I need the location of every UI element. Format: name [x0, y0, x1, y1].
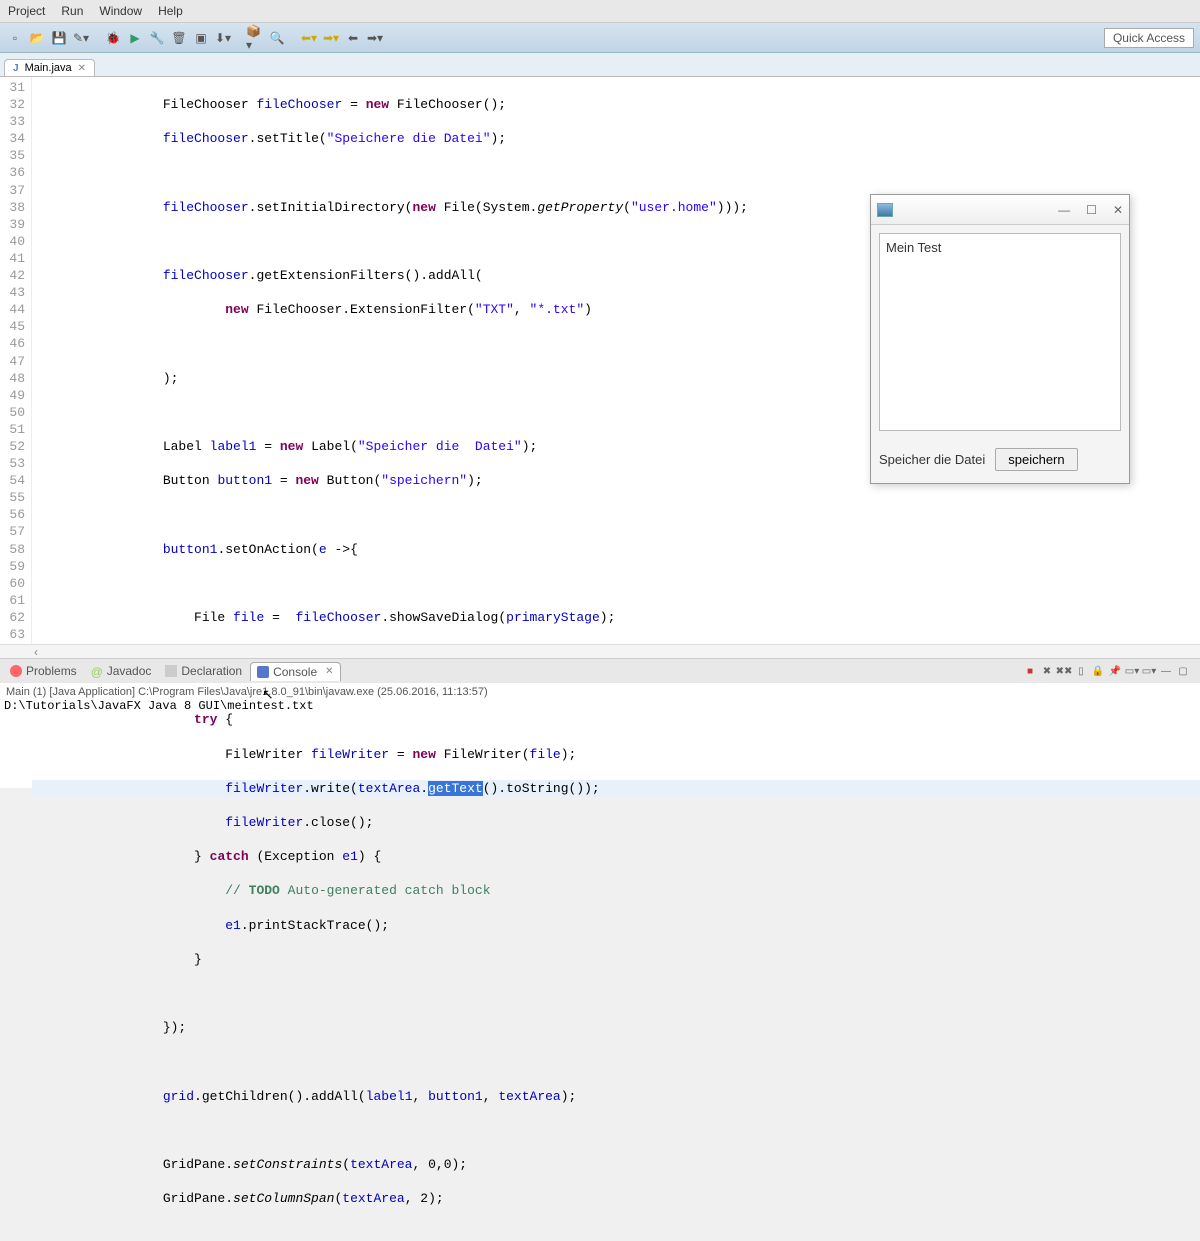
java-file-icon: J [13, 63, 19, 74]
problems-icon [10, 665, 22, 677]
line-gutter: 3132333435363738394041424344454647484950… [0, 77, 32, 644]
file-tab-label: Main.java [25, 62, 72, 74]
box-icon[interactable]: ▣ [192, 29, 210, 47]
close-tab-icon[interactable]: ✕ [78, 63, 86, 74]
next-icon[interactable]: ➡▾ [366, 29, 384, 47]
close-window-icon[interactable]: ✕ [1113, 203, 1123, 217]
new-icon[interactable]: ▫ [6, 29, 24, 47]
javafx-app-window[interactable]: — ☐ ✕ Speicher die Datei speichern [870, 194, 1130, 484]
toolbar: ▫ 📂 💾 ✎▾ 🐞 ▶ 🔧 🗑 ▣ ⬇▾ 📦▾ 🔍 ⬅▾ ➡▾ ⬅ ➡▾ Qu… [0, 23, 1200, 53]
app-icon [877, 203, 893, 217]
selected-text: getText [428, 781, 483, 796]
run-icon[interactable]: ▶ [126, 29, 144, 47]
scroll-left-icon[interactable]: ‹ [34, 645, 38, 659]
minimize-icon[interactable]: — [1058, 203, 1070, 217]
menu-run[interactable]: Run [61, 4, 83, 18]
app-title-bar[interactable]: — ☐ ✕ [871, 195, 1129, 225]
trash-icon[interactable]: 🗑 [170, 29, 188, 47]
new-package-icon[interactable]: 📦▾ [246, 29, 264, 47]
forward-icon[interactable]: ➡▾ [322, 29, 340, 47]
back-icon[interactable]: ⬅▾ [300, 29, 318, 47]
menu-project[interactable]: Project [8, 4, 45, 18]
text-area[interactable] [879, 233, 1121, 431]
save-icon[interactable]: 💾 [50, 29, 68, 47]
file-tab-main-java[interactable]: J Main.java ✕ [4, 59, 95, 76]
open-icon[interactable]: 📂 [28, 29, 46, 47]
editor-tab-bar: J Main.java ✕ [0, 53, 1200, 77]
maximize-icon[interactable]: ☐ [1086, 203, 1097, 217]
search-icon[interactable]: 🔍 [268, 29, 286, 47]
menu-help[interactable]: Help [158, 4, 183, 18]
save-label: Speicher die Datei [879, 452, 985, 467]
save-button[interactable]: speichern [995, 448, 1077, 471]
last-edit-icon[interactable]: ⬅ [344, 29, 362, 47]
external-tools-icon[interactable]: 🔧 [148, 29, 166, 47]
debug-icon[interactable]: 🐞 [104, 29, 122, 47]
quick-access-field[interactable]: Quick Access [1104, 28, 1194, 48]
build-icon[interactable]: ⬇▾ [214, 29, 232, 47]
menu-bar: Project Run Window Help [0, 0, 1200, 23]
wand-icon[interactable]: ✎▾ [72, 29, 90, 47]
horizontal-scrollbar[interactable]: ‹ [0, 644, 1200, 658]
menu-window[interactable]: Window [99, 4, 142, 18]
